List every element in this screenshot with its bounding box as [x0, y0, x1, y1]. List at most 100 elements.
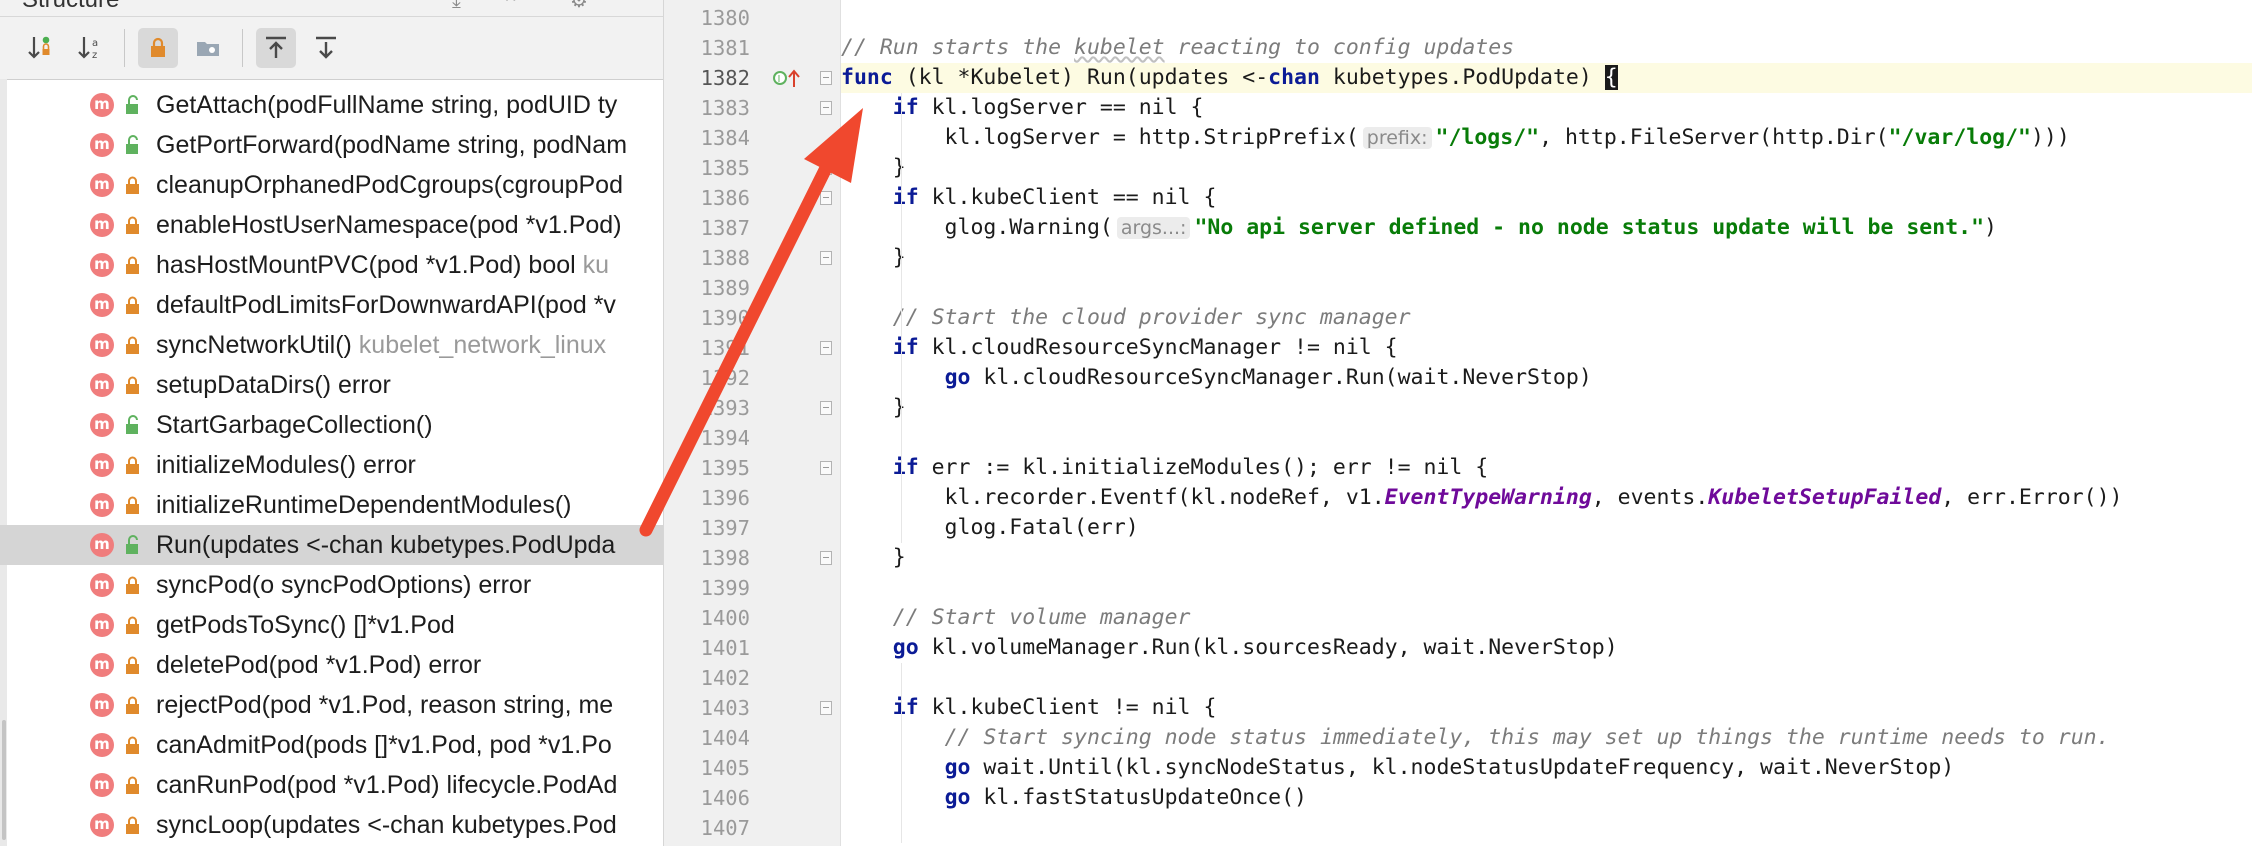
- code-line[interactable]: [841, 273, 2252, 303]
- fold-toggle-icon[interactable]: [820, 341, 832, 355]
- fold-toggle-icon[interactable]: [820, 161, 832, 175]
- line-number[interactable]: 1392: [664, 363, 750, 393]
- gear-icon[interactable]: ⚙: [570, 0, 596, 11]
- line-number[interactable]: 1382: [664, 63, 750, 93]
- code-editor[interactable]: // Run starts the kubelet reacting to co…: [841, 0, 2252, 846]
- structure-item[interactable]: m initializeModules() error: [0, 445, 663, 485]
- line-number[interactable]: 1402: [664, 663, 750, 693]
- line-number[interactable]: 1391: [664, 333, 750, 363]
- structure-item[interactable]: m GetPortForward(podName string, podNam: [0, 125, 663, 165]
- structure-item-label: defaultPodLimitsForDownwardAPI(pod *v: [156, 291, 616, 319]
- code-line[interactable]: go kl.cloudResourceSyncManager.Run(wait.…: [841, 363, 2252, 393]
- code-line[interactable]: // Start the cloud provider sync manager: [841, 303, 2252, 333]
- code-line[interactable]: if kl.cloudResourceSyncManager != nil {: [841, 333, 2252, 363]
- code-line[interactable]: go kl.volumeManager.Run(kl.sourcesReady,…: [841, 633, 2252, 663]
- line-number[interactable]: 1395: [664, 453, 750, 483]
- structure-item[interactable]: m enableHostUserNamespace(pod *v1.Pod): [0, 205, 663, 245]
- fold-toggle-icon[interactable]: [820, 401, 832, 415]
- fold-toggle-icon[interactable]: [820, 71, 832, 85]
- structure-item[interactable]: m deletePod(pod *v1.Pod) error: [0, 645, 663, 685]
- line-number[interactable]: 1403: [664, 693, 750, 723]
- code-line[interactable]: go kl.fastStatusUpdateOnce(): [841, 783, 2252, 813]
- code-line[interactable]: if err := kl.initializeModules(); err !=…: [841, 453, 2252, 483]
- line-number[interactable]: 1393: [664, 393, 750, 423]
- implements-interface-icon[interactable]: I: [772, 67, 802, 94]
- code-line[interactable]: [841, 573, 2252, 603]
- structure-item[interactable]: m defaultPodLimitsForDownwardAPI(pod *v: [0, 285, 663, 325]
- line-number[interactable]: 1396: [664, 483, 750, 513]
- line-number[interactable]: 1384: [664, 123, 750, 153]
- structure-item-filename-hint: ku: [582, 251, 610, 279]
- structure-item[interactable]: m canRunPod(pod *v1.Pod) lifecycle.PodAd: [0, 765, 663, 805]
- code-line[interactable]: }: [841, 153, 2252, 183]
- fold-toggle-icon[interactable]: [820, 551, 832, 565]
- private-lock-icon: [122, 253, 144, 277]
- line-number[interactable]: 1385: [664, 153, 750, 183]
- code-line[interactable]: }: [841, 393, 2252, 423]
- code-line[interactable]: kl.logServer = http.StripPrefix(prefix: "…: [841, 123, 2252, 153]
- line-number[interactable]: 1383: [664, 93, 750, 123]
- fold-toggle-icon[interactable]: [820, 101, 832, 115]
- code-line[interactable]: // Run starts the kubelet reacting to co…: [841, 33, 2252, 63]
- code-line[interactable]: // Start syncing node status immediately…: [841, 723, 2252, 753]
- line-number[interactable]: 1401: [664, 633, 750, 663]
- code-line[interactable]: if kl.logServer == nil {: [841, 93, 2252, 123]
- code-line[interactable]: }: [841, 243, 2252, 273]
- structure-item[interactable]: m GetAttach(podFullName string, podUID ty: [0, 85, 663, 125]
- line-number[interactable]: 1405: [664, 753, 750, 783]
- autoscroll-from-source-icon[interactable]: [306, 28, 346, 68]
- line-number[interactable]: 1388: [664, 243, 750, 273]
- code-line[interactable]: glog.Warning(args...: "No api server defi…: [841, 213, 2252, 243]
- code-line[interactable]: // Start volume manager: [841, 603, 2252, 633]
- structure-item[interactable]: m getPodsToSync() []*v1.Pod: [0, 605, 663, 645]
- line-number[interactable]: 1381: [664, 33, 750, 63]
- structure-item[interactable]: m canAdmitPod(pods []*v1.Pod, pod *v1.Po: [0, 725, 663, 765]
- structure-item[interactable]: m syncPod(o syncPodOptions) error: [0, 565, 663, 605]
- structure-item[interactable]: m Run(updates <-chan kubetypes.PodUpda: [0, 525, 663, 565]
- structure-item[interactable]: m rejectPod(pod *v1.Pod, reason string, m…: [0, 685, 663, 725]
- code-line[interactable]: [841, 663, 2252, 693]
- line-number[interactable]: 1404: [664, 723, 750, 753]
- fold-toggle-icon[interactable]: [820, 191, 832, 205]
- line-number[interactable]: 1400: [664, 603, 750, 633]
- sort-alpha-icon[interactable]: a z: [70, 28, 110, 68]
- code-line[interactable]: kl.recorder.Eventf(kl.nodeRef, v1.EventT…: [841, 483, 2252, 513]
- structure-item[interactable]: m StartGarbageCollection(): [0, 405, 663, 445]
- line-number[interactable]: 1407: [664, 813, 750, 843]
- structure-item[interactable]: m syncLoop(updates <-chan kubetypes.Pod: [0, 805, 663, 845]
- line-number[interactable]: 1390: [664, 303, 750, 333]
- fold-toggle-icon[interactable]: [820, 701, 832, 715]
- line-number[interactable]: 1380: [664, 3, 750, 33]
- code-line[interactable]: [841, 813, 2252, 843]
- show-private-lock-icon[interactable]: [138, 28, 178, 68]
- line-number[interactable]: 1389: [664, 273, 750, 303]
- fold-toggle-icon[interactable]: [820, 461, 832, 475]
- line-number[interactable]: 1399: [664, 573, 750, 603]
- code-line[interactable]: if kl.kubeClient == nil {: [841, 183, 2252, 213]
- line-number[interactable]: 1406: [664, 783, 750, 813]
- sort-by-visibility-icon[interactable]: [20, 28, 60, 68]
- code-line[interactable]: func (kl *Kubelet) Run(updates <-chan ku…: [841, 63, 2252, 93]
- code-line[interactable]: [841, 3, 2252, 33]
- structure-item[interactable]: m syncNetworkUtil() kubelet_network_linux: [0, 325, 663, 365]
- line-number[interactable]: 1387: [664, 213, 750, 243]
- line-number[interactable]: 1386: [664, 183, 750, 213]
- line-number[interactable]: 1394: [664, 423, 750, 453]
- autoscroll-to-source-icon[interactable]: [256, 28, 296, 68]
- fold-toggle-icon[interactable]: [820, 251, 832, 265]
- structure-item[interactable]: m hasHostMountPVC(pod *v1.Pod) bool ku: [0, 245, 663, 285]
- structure-item[interactable]: m cleanupOrphanedPodCgroups(cgroupPod: [0, 165, 663, 205]
- show-fields-folder-icon[interactable]: [188, 28, 228, 68]
- code-line[interactable]: go wait.Until(kl.syncNodeStatus, kl.node…: [841, 753, 2252, 783]
- code-line[interactable]: [841, 423, 2252, 453]
- line-number[interactable]: 1398: [664, 543, 750, 573]
- code-line[interactable]: }: [841, 543, 2252, 573]
- line-number[interactable]: 1397: [664, 513, 750, 543]
- collapse-up-icon[interactable]: ^: [506, 0, 532, 11]
- download-icon[interactable]: ⤓: [452, 0, 478, 11]
- structure-item[interactable]: m initializeRuntimeDependentModules(): [0, 485, 663, 525]
- structure-item[interactable]: m setupDataDirs() error: [0, 365, 663, 405]
- code-line[interactable]: if kl.kubeClient != nil {: [841, 693, 2252, 723]
- code-line[interactable]: glog.Fatal(err): [841, 513, 2252, 543]
